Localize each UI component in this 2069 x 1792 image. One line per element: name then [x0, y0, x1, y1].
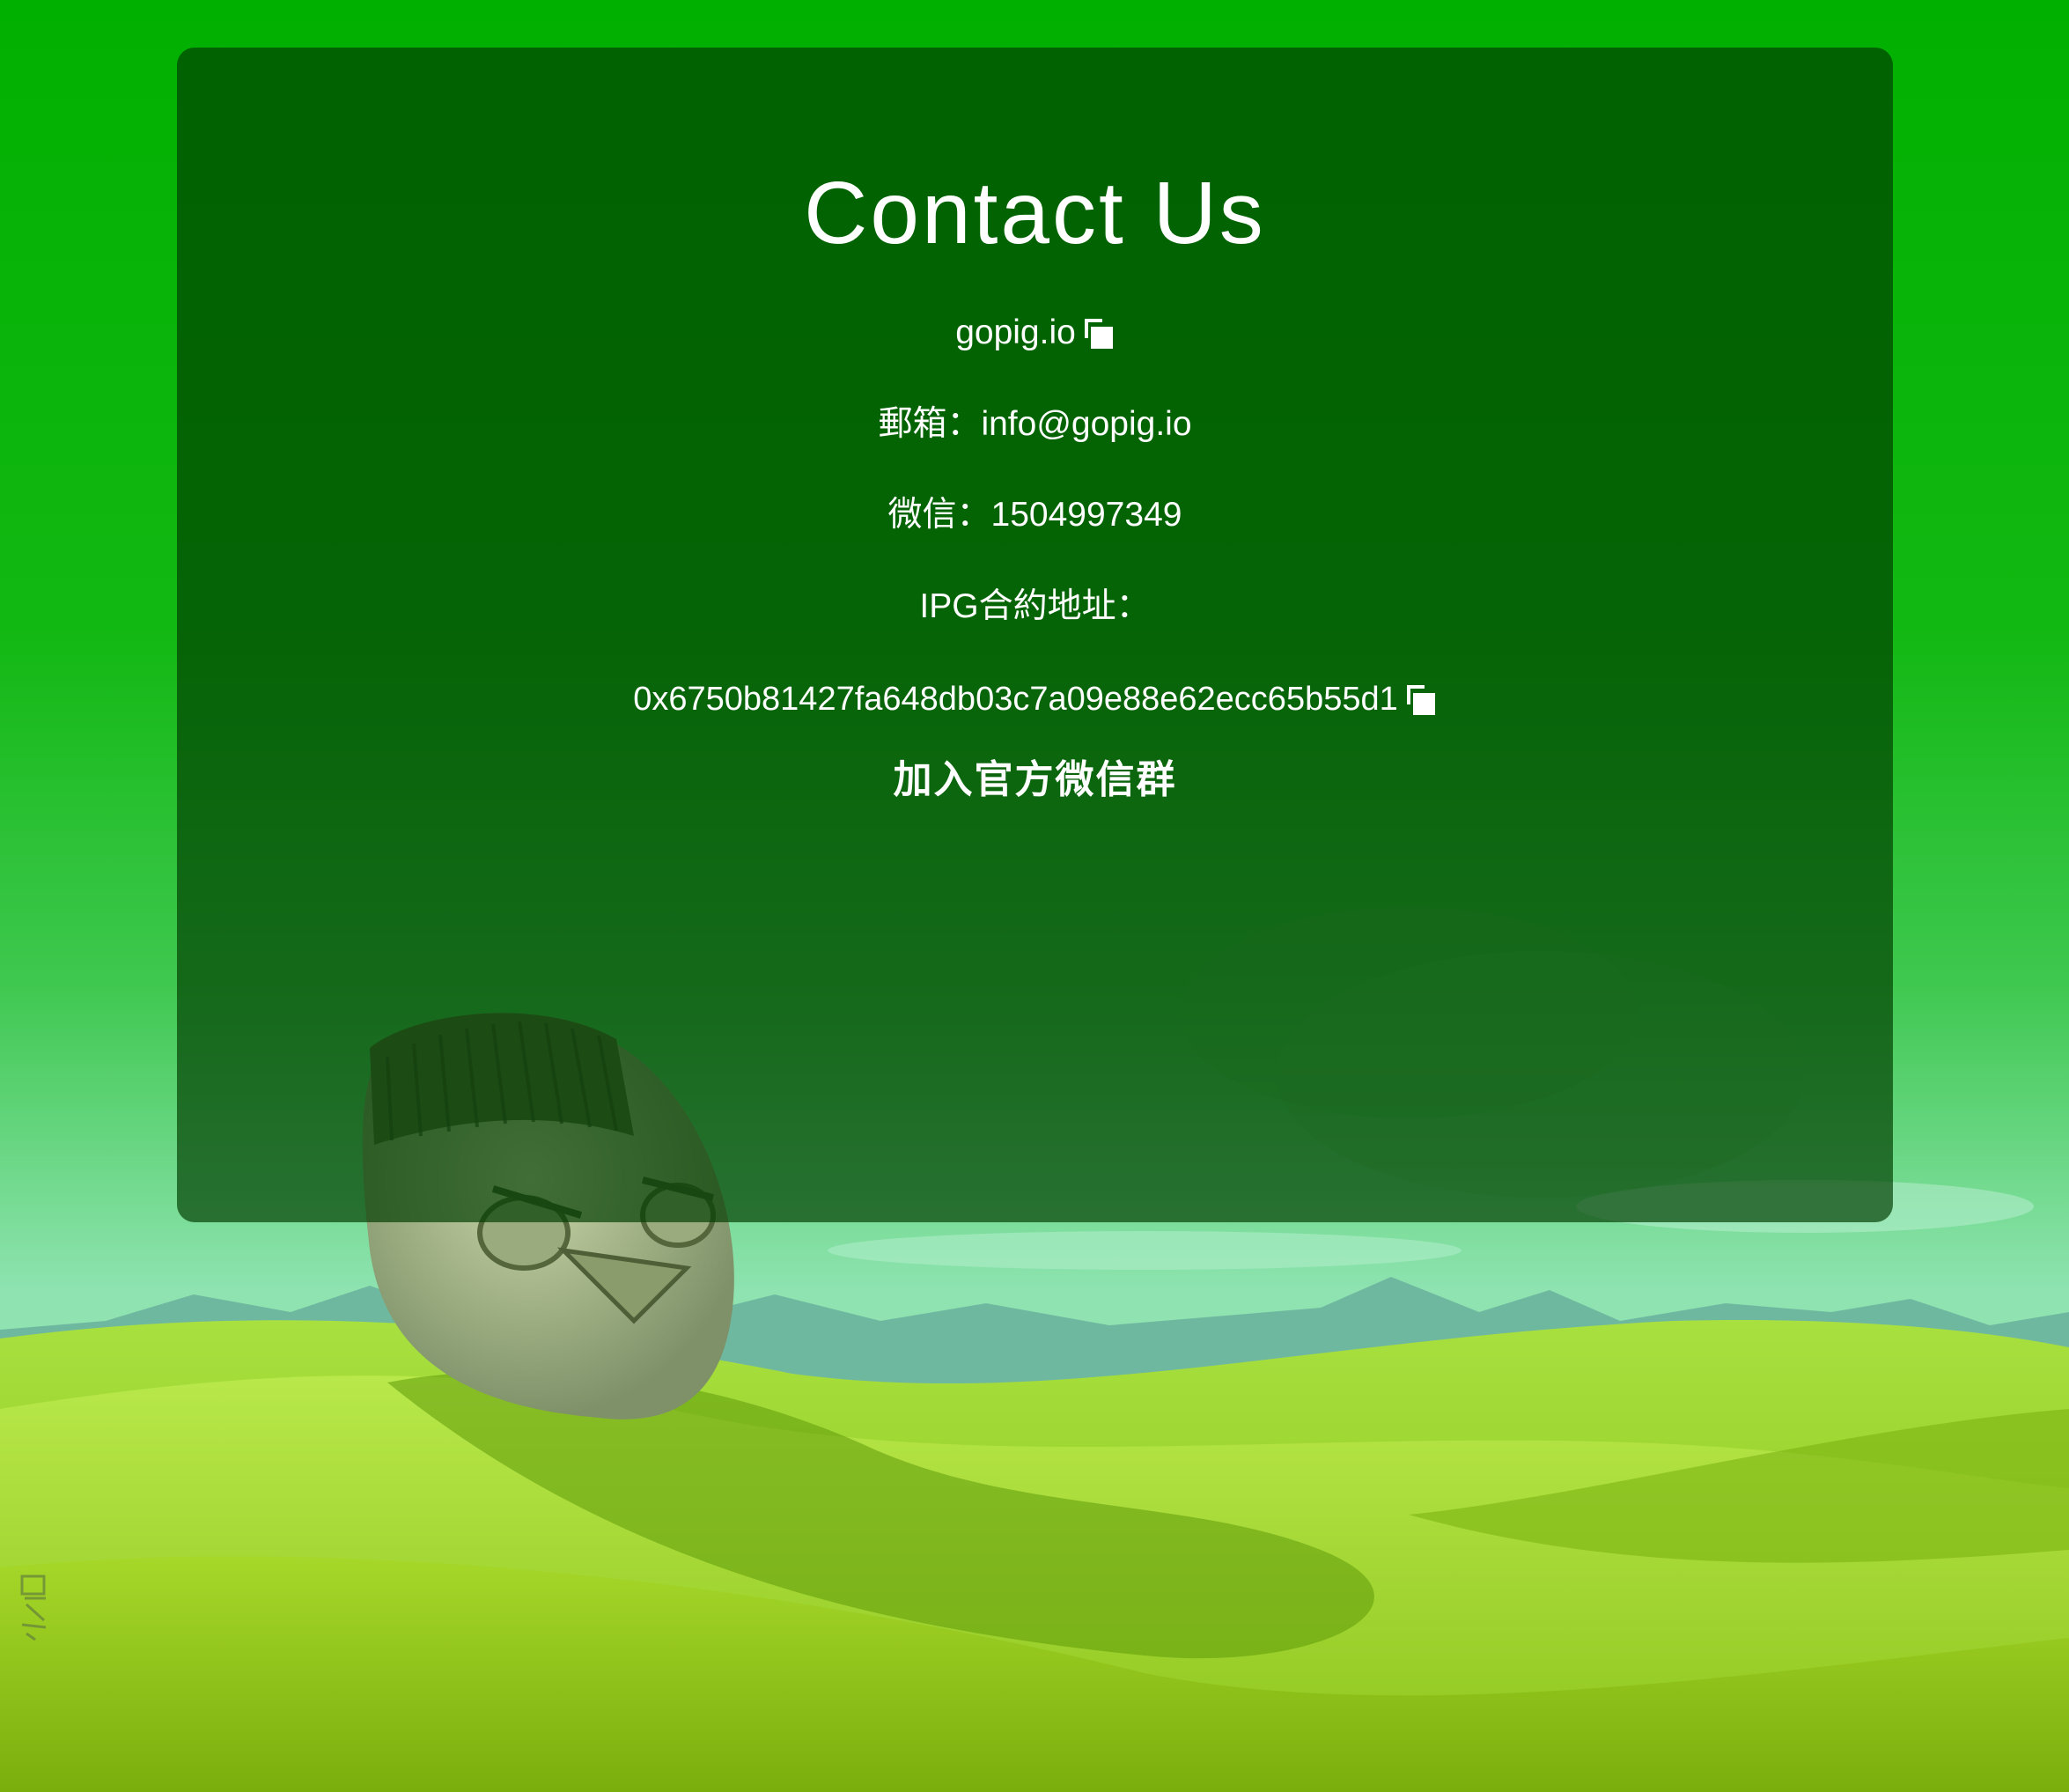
- email-label: 郵箱：: [878, 405, 982, 443]
- contract-row: 0x6750b81427fa648db03c7a09e88e62ecc65b55…: [177, 682, 1893, 716]
- site-domain: gopig.io: [955, 313, 1076, 351]
- wechat-row: 微信：1504997349: [177, 498, 1893, 532]
- email-address[interactable]: info@gopig.io: [981, 405, 1191, 443]
- copy-icon[interactable]: [1084, 319, 1115, 349]
- wechat-label: 微信：: [887, 496, 991, 534]
- copy-icon[interactable]: [1406, 685, 1437, 715]
- join-wechat-group-label[interactable]: 加入官方微信群: [894, 758, 1177, 801]
- email-row: 郵箱：info@gopig.io: [177, 407, 1893, 441]
- page-title: Contact Us: [804, 164, 1266, 262]
- contact-panel: Contact Us gopig.io 郵箱：info@gopig.io 微信：…: [177, 48, 1893, 1222]
- contract-label: IPG合約地址：: [919, 587, 1151, 625]
- wechat-id: 1504997349: [990, 496, 1182, 534]
- site-row: gopig.io: [177, 315, 1893, 350]
- join-wechat-group-link[interactable]: 加入官方微信群: [177, 761, 1893, 800]
- contract-address: 0x6750b81427fa648db03c7a09e88e62ecc65b55…: [633, 681, 1398, 718]
